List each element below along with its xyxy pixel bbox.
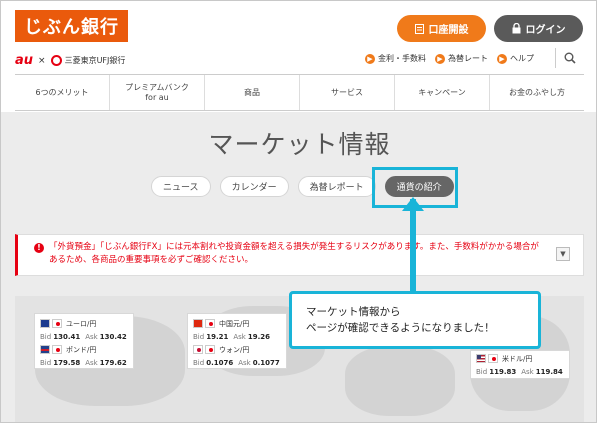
japan-flag-icon: [205, 319, 215, 328]
bid-value: 130.41: [53, 332, 81, 341]
nav-item-grow-money[interactable]: お金のふやし方: [490, 75, 584, 110]
korea-flag-icon: [193, 345, 203, 354]
rate-card: 中国元/円 Bid 19.21 Ask 19.26 ウォン/円 Bid 0.10…: [187, 313, 287, 369]
annotation-callout: マーケット情報から ページが確認できるようになりました！: [289, 291, 541, 349]
notice-text: 「外貨預金」「じぶん銀行FX」には元本割れや投資金額を超える損失が発生するリスク…: [49, 242, 539, 265]
link-label: 金利・手数料: [378, 54, 426, 63]
header-links: ▶ 金利・手数料 ▶ 為替レート ▶ ヘルプ: [365, 53, 543, 64]
callout-line-1: マーケット情報から: [306, 306, 401, 318]
jibun-bank-logo[interactable]: じぶん銀行: [15, 10, 128, 42]
bid-value: 19.21: [206, 332, 229, 341]
uk-flag-icon: [40, 345, 50, 354]
ask-value: 119.84: [535, 367, 563, 376]
au-logo: au: [15, 53, 34, 68]
nav-item-premium-bank[interactable]: プレミアムバンク for au: [110, 75, 205, 110]
link-interest-fees[interactable]: ▶ 金利・手数料: [365, 53, 426, 64]
ask-label: Ask: [521, 367, 534, 376]
document-icon: [414, 23, 424, 34]
rate-cny-jpy[interactable]: 中国元/円 Bid 19.21 Ask 19.26: [193, 317, 285, 343]
currency-pair: ウォン/円: [219, 345, 250, 354]
tab-calendar[interactable]: カレンダー: [219, 176, 289, 197]
lock-icon: [512, 23, 520, 34]
currency-pair: 中国元/円: [219, 319, 250, 328]
browser-frame: じぶん銀行 au × 三菱東京UFJ銀行 口座開設 ログイン ▶ 金利・手数料 …: [0, 0, 597, 423]
annotation-arrow-shaft: [410, 199, 416, 292]
annotation-arrow-head-icon: [402, 197, 424, 211]
ask-label: Ask: [233, 332, 246, 341]
bid-label: Bid: [40, 332, 52, 341]
ask-label: Ask: [85, 358, 98, 367]
tab-fx-report[interactable]: 為替レポート: [297, 176, 376, 197]
risk-notice: ! 「外貨預金」「じぶん銀行FX」には元本割れや投資金額を超える損失が発生するリ…: [15, 234, 584, 276]
divider: [555, 48, 556, 68]
open-account-label: 口座開設: [428, 25, 469, 36]
login-label: ログイン: [525, 25, 566, 36]
nav-item-products[interactable]: 商品: [205, 75, 300, 110]
currency-pair: ユーロ/円: [66, 319, 97, 328]
eu-flag-icon: [40, 319, 50, 328]
mufg-logo-icon: [50, 55, 62, 66]
link-help[interactable]: ▶ ヘルプ: [497, 53, 534, 64]
bid-value: 0.1076: [206, 358, 234, 367]
bid-label: Bid: [193, 332, 205, 341]
japan-flag-icon: [488, 354, 498, 363]
warning-icon: !: [34, 243, 44, 253]
rate-eur-jpy[interactable]: ユーロ/円 Bid 130.41 Ask 130.42: [40, 317, 132, 343]
ask-label: Ask: [85, 332, 98, 341]
bid-label: Bid: [476, 367, 488, 376]
tab-news[interactable]: ニュース: [151, 176, 211, 197]
rate-gbp-jpy[interactable]: ポンド/円 Bid 179.58 Ask 179.62: [40, 343, 132, 369]
arrow-right-icon: ▶: [435, 53, 445, 64]
currency-pair: ポンド/円: [66, 345, 97, 354]
ask-label: Ask: [238, 358, 251, 367]
link-label: ヘルプ: [510, 54, 534, 63]
partner-logos: au × 三菱東京UFJ銀行: [15, 53, 125, 68]
rate-card: ユーロ/円 Bid 130.41 Ask 130.42 ポンド/円 Bid 17…: [34, 313, 134, 369]
japan-flag-icon: [52, 345, 62, 354]
ask-value: 179.62: [99, 358, 127, 367]
nav-item-services[interactable]: サービス: [300, 75, 395, 110]
login-button[interactable]: ログイン: [494, 15, 583, 42]
rate-krw-jpy[interactable]: ウォン/円 Bid 0.1076 Ask 0.1077: [193, 343, 285, 369]
bid-value: 179.58: [53, 358, 81, 367]
link-exchange-rate[interactable]: ▶ 為替レート: [435, 53, 488, 64]
currency-pair: 米ドル/円: [502, 354, 533, 363]
japan-flag-icon: [52, 319, 62, 328]
callout-line-2: ページが確認できるようになりました！: [306, 322, 495, 334]
ask-value: 19.26: [247, 332, 271, 341]
mufg-bank-name: 三菱東京UFJ銀行: [64, 56, 126, 65]
open-account-button[interactable]: 口座開設: [397, 15, 486, 42]
bid-label: Bid: [40, 358, 52, 367]
nav-item-campaign[interactable]: キャンペーン: [395, 75, 490, 110]
arrow-right-icon: ▶: [497, 53, 507, 64]
japan-flag-icon: [205, 345, 215, 354]
bid-label: Bid: [193, 358, 205, 367]
link-label: 為替レート: [448, 54, 488, 63]
bid-value: 119.83: [489, 367, 517, 376]
page-title: マーケット情報: [208, 130, 391, 159]
ask-value: 130.42: [99, 332, 127, 341]
rate-card: 米ドル/円 Bid 119.83 Ask 119.84: [470, 350, 570, 379]
usa-flag-icon: [476, 354, 486, 363]
expand-toggle-icon[interactable]: ▼: [556, 247, 570, 261]
partner-separator: ×: [38, 55, 46, 66]
arrow-right-icon: ▶: [365, 53, 375, 64]
nav-item-merits[interactable]: 6つのメリット: [15, 75, 110, 110]
china-flag-icon: [193, 319, 203, 328]
search-icon[interactable]: [564, 52, 576, 64]
main-navigation: 6つのメリット プレミアムバンク for au 商品 サービス キャンペーン お…: [15, 74, 584, 111]
rate-usd-jpy[interactable]: 米ドル/円 Bid 119.83 Ask 119.84: [476, 352, 568, 378]
ask-value: 0.1077: [252, 358, 280, 367]
map-landmass: [345, 346, 455, 416]
